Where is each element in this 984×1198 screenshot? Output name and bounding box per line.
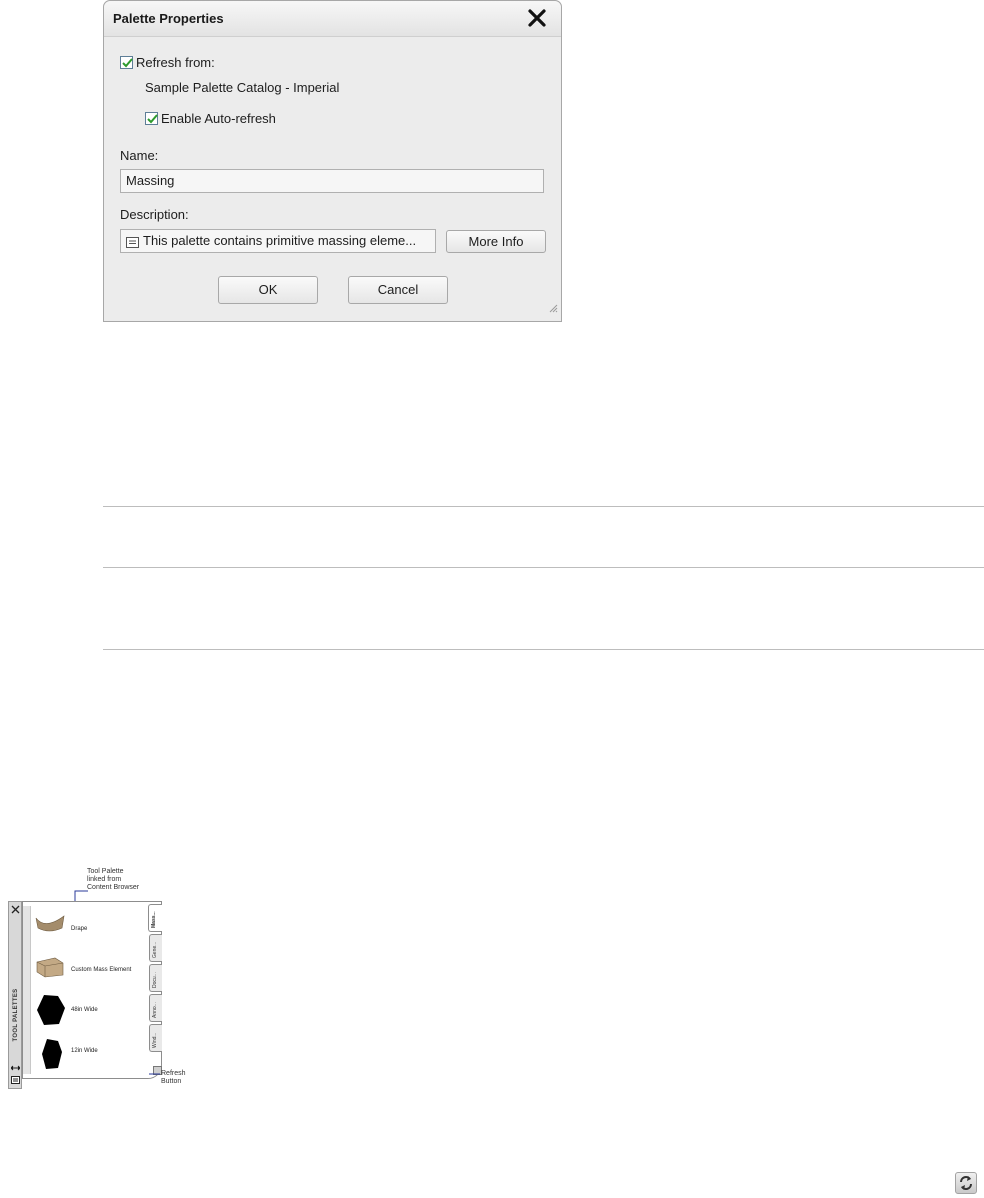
tool-item-48in-wide[interactable]: 48in Wide bbox=[71, 1007, 98, 1013]
description-value: This palette contains primitive massing … bbox=[143, 233, 417, 248]
auto-refresh-row: Enable Auto-refresh bbox=[145, 111, 276, 126]
tool-item-drape[interactable]: Drape bbox=[71, 926, 87, 932]
auto-refresh-label: Enable Auto-refresh bbox=[161, 111, 276, 126]
callout-line: Button bbox=[161, 1078, 182, 1085]
auto-refresh-checkbox[interactable] bbox=[145, 112, 158, 125]
auto-hide-icon[interactable] bbox=[11, 1064, 20, 1072]
separator-line bbox=[103, 649, 984, 650]
resize-grip-icon[interactable] bbox=[548, 300, 558, 318]
black-hexagon-prism-icon bbox=[42, 1039, 62, 1069]
callout-line: Refresh bbox=[161, 1070, 186, 1077]
tab-general[interactable]: Gene... bbox=[149, 934, 162, 962]
refresh-from-label: Refresh from: bbox=[136, 55, 215, 70]
refresh-from-row: Refresh from: bbox=[120, 55, 215, 70]
separator-line bbox=[103, 567, 984, 568]
tab-massing[interactable]: Mass... bbox=[148, 904, 162, 932]
tab-annotation[interactable]: Anno... bbox=[149, 994, 162, 1022]
callout-leader bbox=[149, 1073, 160, 1075]
tool-item-12in-wide[interactable]: 12in Wide bbox=[71, 1048, 98, 1054]
palette-properties-dialog: Palette Properties Refresh from: Sample … bbox=[103, 0, 562, 322]
tab-documentation[interactable]: Docu... bbox=[149, 964, 162, 992]
catalog-name: Sample Palette Catalog - Imperial bbox=[145, 80, 340, 95]
callout-line: Content Browser bbox=[87, 884, 140, 891]
palette-side-strip: TOOL PALETTES bbox=[8, 901, 22, 1089]
description-label: Description: bbox=[120, 207, 189, 222]
tab-label: Anno... bbox=[152, 1002, 158, 1018]
tab-windows[interactable]: Wind... bbox=[149, 1024, 162, 1052]
callout-refresh-button: Refresh Button bbox=[161, 1070, 186, 1086]
tool-item-custom-mass-element[interactable]: Custom Mass Element bbox=[71, 967, 131, 973]
more-info-button[interactable]: More Info bbox=[446, 230, 546, 253]
text-note-icon bbox=[126, 236, 139, 251]
description-field[interactable]: This palette contains primitive massing … bbox=[120, 229, 436, 253]
black-hexagon-prism-icon bbox=[37, 995, 65, 1025]
cancel-button[interactable]: Cancel bbox=[348, 276, 448, 304]
dialog-title: Palette Properties bbox=[113, 11, 224, 26]
tool-palette-illustration: TOOL PALETTES Drape Custom Mass Element … bbox=[8, 901, 162, 1089]
ok-button[interactable]: OK bbox=[218, 276, 318, 304]
palette-scrollbar[interactable] bbox=[23, 906, 31, 1074]
drape-shape-icon bbox=[35, 915, 65, 932]
callout-line: linked from bbox=[87, 876, 122, 883]
tab-label: Gene... bbox=[152, 941, 158, 958]
tab-label: Mass... bbox=[151, 911, 157, 928]
callout-line: Tool Palette bbox=[87, 868, 124, 875]
close-icon[interactable] bbox=[527, 8, 547, 28]
palette-title-vertical: TOOL PALETTES bbox=[13, 988, 19, 1042]
palette-body: Drape Custom Mass Element 48in Wide 12in… bbox=[22, 901, 162, 1079]
properties-menu-icon[interactable] bbox=[11, 1076, 20, 1084]
close-icon[interactable] bbox=[11, 905, 20, 914]
separator-line bbox=[103, 506, 984, 507]
name-field[interactable]: Massing bbox=[120, 169, 544, 193]
callout-linked-palette: Tool Palette linked from Content Browser bbox=[87, 868, 139, 892]
custom-mass-element-icon bbox=[36, 957, 64, 978]
dialog-titlebar: Palette Properties bbox=[104, 1, 561, 37]
tab-label: Docu... bbox=[152, 972, 158, 988]
refresh-from-checkbox[interactable] bbox=[120, 56, 133, 69]
name-label: Name: bbox=[120, 148, 159, 163]
refresh-icon[interactable] bbox=[955, 1172, 977, 1194]
tab-label: Wind... bbox=[152, 1032, 158, 1048]
